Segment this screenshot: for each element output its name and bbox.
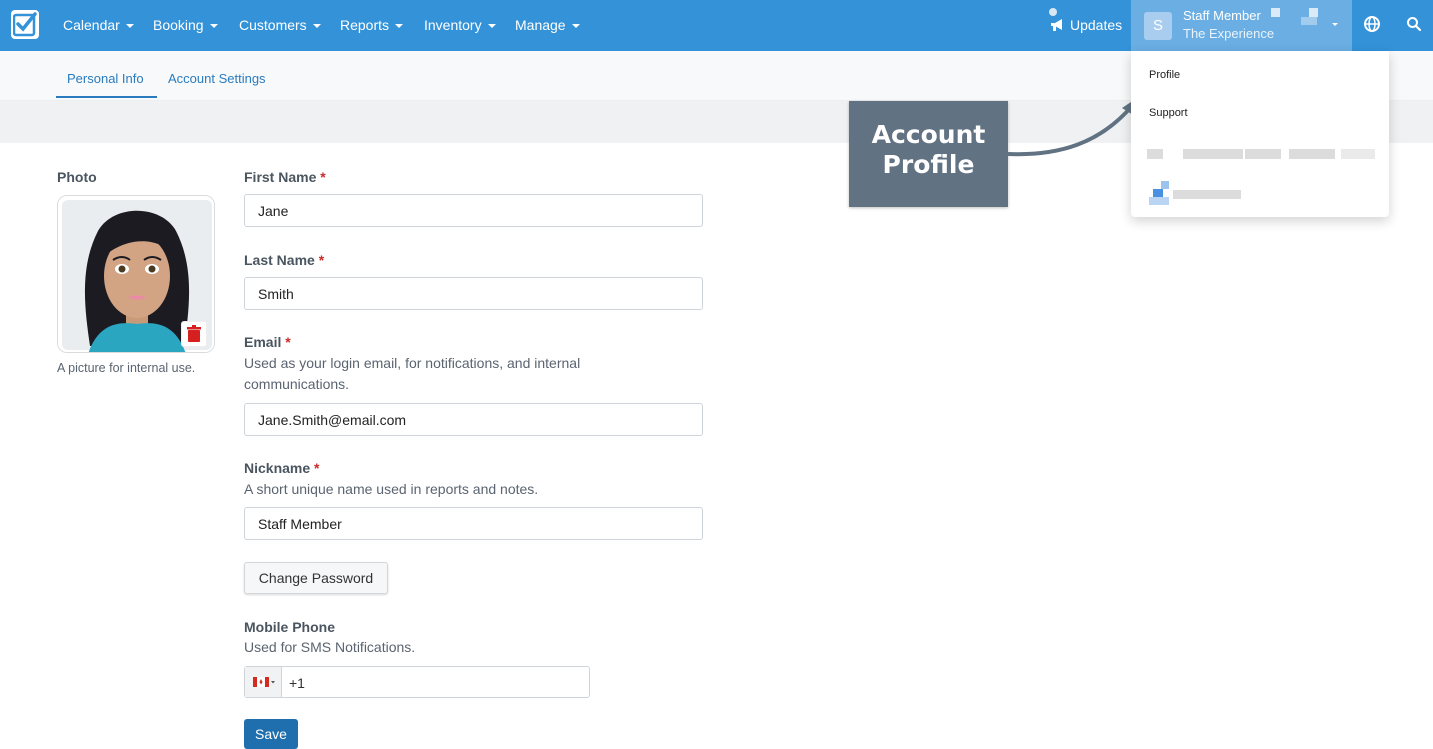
- mobile-help-text: Used for SMS Notifications.: [244, 639, 416, 655]
- country-code-select[interactable]: [245, 667, 282, 697]
- nav-customers[interactable]: Customers: [239, 17, 321, 33]
- nickname-input[interactable]: Staff Member: [244, 507, 703, 540]
- first-name-input[interactable]: Jane: [244, 194, 703, 227]
- user-name: Staff Member: [1183, 8, 1261, 23]
- caret-down-icon: [395, 24, 404, 29]
- nav-calendar[interactable]: Calendar: [63, 17, 134, 33]
- photo-label: Photo: [57, 169, 97, 185]
- menu-item-profile[interactable]: Profile: [1149, 69, 1180, 81]
- last-name-label: Last Name *: [244, 252, 325, 268]
- nav-booking[interactable]: Booking: [153, 17, 218, 33]
- phone-prefix: +1: [289, 675, 305, 691]
- pixelated-block: [1245, 149, 1281, 159]
- pixelated-block: [1149, 197, 1169, 205]
- user-organization: The Experience: [1183, 26, 1275, 41]
- user-dropdown-menu: Profile Support: [1131, 51, 1389, 217]
- pixelated-block: [1301, 17, 1317, 25]
- pixelated-block: [1309, 8, 1318, 17]
- top-navbar: Calendar Booking Customers Reports Inven…: [0, 0, 1433, 51]
- caret-down-icon: [487, 24, 496, 29]
- tab-personal-info[interactable]: Personal Info: [67, 71, 144, 86]
- pixelated-block: [1147, 149, 1163, 159]
- change-password-button[interactable]: Change Password: [244, 562, 388, 594]
- first-name-label: First Name *: [244, 169, 326, 185]
- updates-button[interactable]: Updates: [1049, 8, 1123, 35]
- notification-dot-icon: [1049, 8, 1057, 16]
- app-logo-icon[interactable]: [11, 10, 39, 39]
- account-profile-callout: Account Profile: [849, 101, 1008, 207]
- pixelated-block: [1289, 149, 1335, 159]
- pixelated-block: [1271, 8, 1280, 17]
- nickname-label: Nickname *: [244, 460, 320, 476]
- caret-down-icon: [209, 24, 218, 29]
- user-menu-toggle[interactable]: S Staff Member The Experience: [1131, 0, 1352, 51]
- pixelated-block: [1183, 149, 1243, 159]
- megaphone-icon: [1050, 18, 1066, 35]
- help-globe-icon[interactable]: [1363, 15, 1381, 38]
- mobile-phone-field[interactable]: +1: [244, 666, 590, 698]
- callout-arrow-icon: [1007, 96, 1140, 157]
- trash-icon: [187, 325, 201, 342]
- last-name-input[interactable]: Smith: [244, 277, 703, 310]
- active-tab-indicator: [56, 96, 157, 98]
- pixelated-block: [1173, 190, 1241, 199]
- photo-help-text: A picture for internal use.: [57, 361, 196, 375]
- caret-down-icon: [125, 24, 134, 29]
- delete-photo-button[interactable]: [181, 321, 207, 347]
- email-help-text: Used as your login email, for notificati…: [244, 355, 581, 392]
- tab-account-settings[interactable]: Account Settings: [168, 71, 266, 86]
- caret-down-icon: [1332, 23, 1338, 26]
- menu-item-support[interactable]: Support: [1149, 107, 1188, 119]
- caret-down-icon: [571, 24, 580, 29]
- email-input[interactable]: Jane.Smith@email.com: [244, 403, 703, 436]
- nickname-help-text: A short unique name used in reports and …: [244, 481, 539, 497]
- user-avatar: S: [1144, 12, 1172, 40]
- updates-label: Updates: [1070, 17, 1123, 33]
- nav-inventory[interactable]: Inventory: [424, 17, 496, 33]
- menu-item-redacted[interactable]: [1145, 149, 1377, 161]
- menu-item-redacted[interactable]: [1145, 179, 1245, 207]
- pixelated-block: [1161, 181, 1169, 189]
- search-icon[interactable]: [1406, 16, 1422, 37]
- caret-down-icon: [312, 24, 321, 29]
- save-button[interactable]: Save: [244, 719, 298, 749]
- callout-line-2: Profile: [882, 150, 975, 179]
- pixelated-block: [1341, 149, 1375, 159]
- callout-line-1: Account: [871, 120, 986, 149]
- canada-flag-icon: [253, 677, 275, 687]
- email-label: Email *: [244, 334, 291, 350]
- mobile-phone-label: Mobile Phone: [244, 619, 335, 635]
- nav-reports[interactable]: Reports: [340, 17, 404, 33]
- nav-manage[interactable]: Manage: [515, 17, 580, 33]
